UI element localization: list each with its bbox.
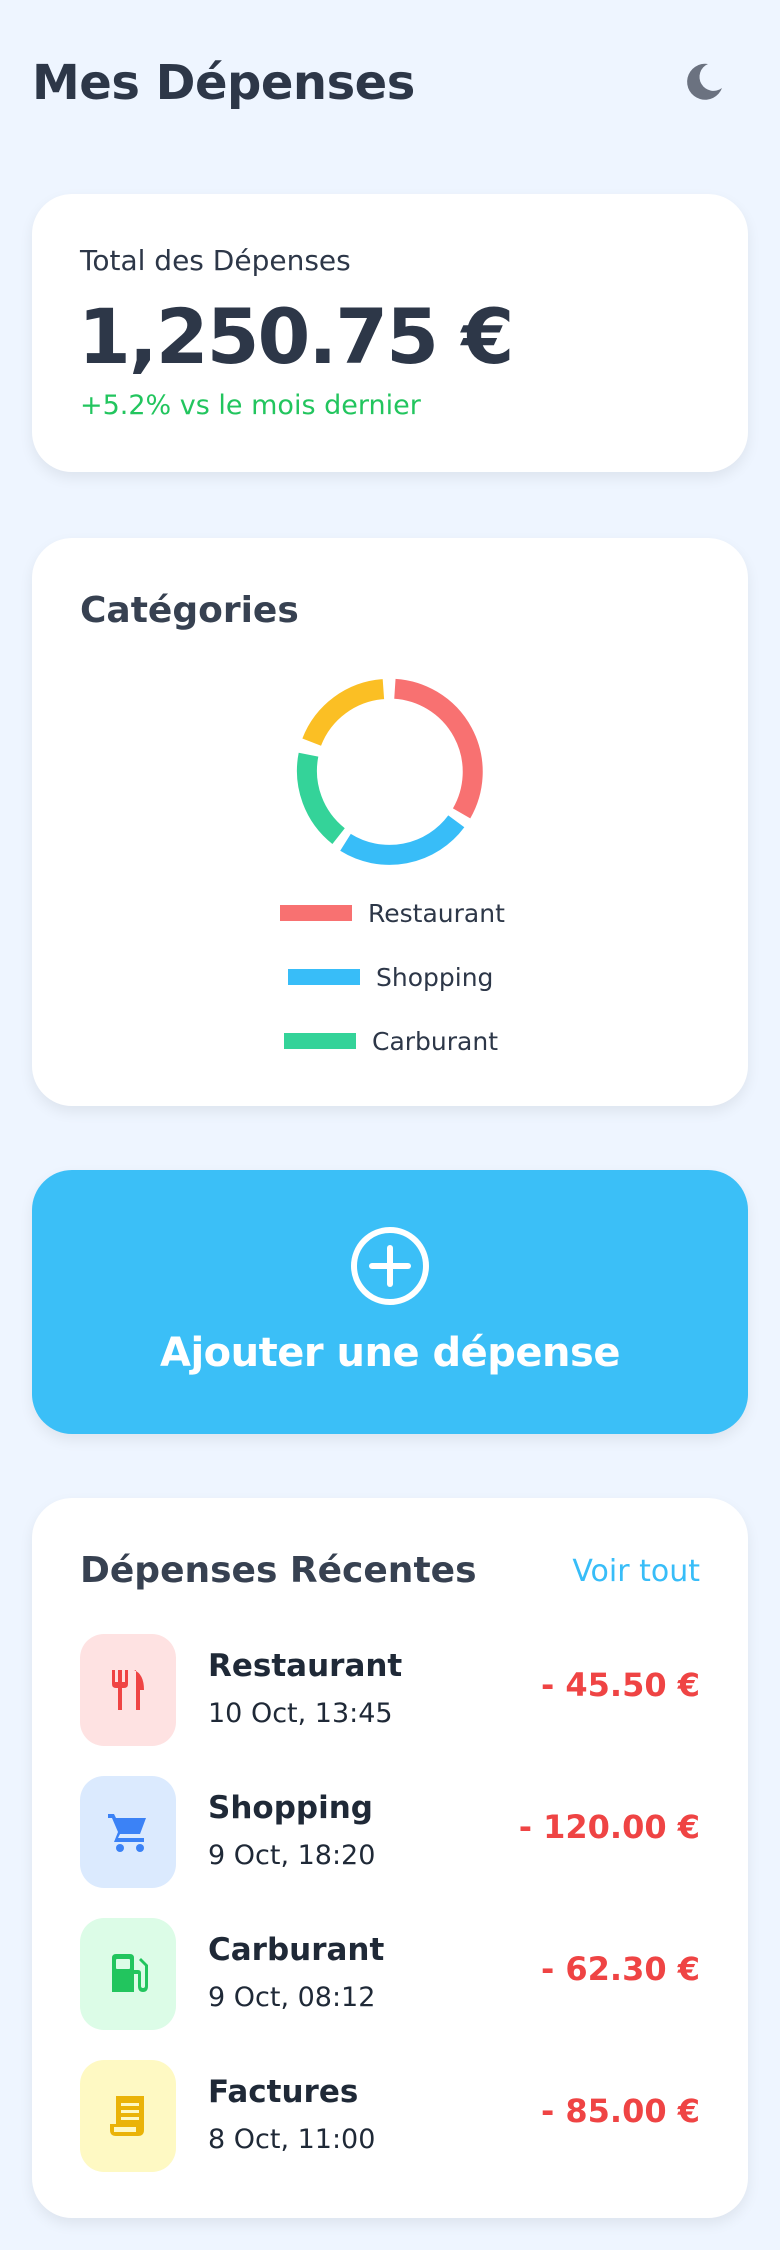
legend-swatch-restaurant	[280, 905, 352, 921]
transaction-row-factures[interactable]: Factures 8 Oct, 11:00 - 85.00 €	[80, 2060, 700, 2172]
recent-expenses-card: Dépenses Récentes Voir tout Restaurant 1…	[32, 1498, 748, 2218]
transaction-date: 9 Oct, 08:12	[208, 1982, 376, 2013]
transaction-icon-bg	[80, 1776, 176, 1888]
transaction-date: 10 Oct, 13:45	[208, 1698, 393, 1729]
donut-segment-factures	[302, 679, 385, 747]
transaction-icon-bg	[80, 1634, 176, 1746]
receipt-icon	[110, 2096, 144, 2136]
transaction-name: Factures	[208, 2074, 359, 2110]
transaction-amount: - 45.50 €	[540, 1666, 700, 1704]
legend-label: Shopping	[376, 962, 494, 992]
plus-circle-icon	[351, 1227, 429, 1305]
transaction-icon-bg	[80, 1918, 176, 2030]
fork-knife-icon	[112, 1670, 144, 1710]
recent-expenses-title: Dépenses Récentes	[80, 1550, 477, 1591]
fuel-pump-icon	[112, 1954, 148, 1992]
total-label: Total des Dépenses	[80, 244, 351, 277]
add-expense-label: Ajouter une dépense	[160, 1330, 620, 1376]
transaction-row-restaurant[interactable]: Restaurant 10 Oct, 13:45 - 45.50 €	[80, 1634, 700, 1746]
transaction-date: 8 Oct, 11:00	[208, 2124, 376, 2155]
donut-segment-restaurant	[393, 678, 483, 819]
categories-card: Catégories Restaurant Shopping Carburant	[32, 538, 748, 1106]
see-all-link[interactable]: Voir tout	[572, 1554, 700, 1589]
transaction-icon-bg	[80, 2060, 176, 2172]
shopping-cart-icon	[108, 1814, 146, 1852]
legend-swatch-shopping	[288, 969, 360, 985]
legend-label: Restaurant	[368, 898, 505, 928]
transaction-name: Carburant	[208, 1932, 385, 1968]
total-trend: +5.2% vs le mois dernier	[80, 390, 421, 421]
page-title: Mes Dépenses	[32, 55, 415, 111]
moon-icon	[687, 63, 722, 100]
transaction-name: Shopping	[208, 1790, 373, 1826]
legend-item-carburant: Carburant	[284, 1026, 498, 1056]
transaction-amount: - 85.00 €	[540, 2092, 700, 2130]
theme-toggle-button[interactable]	[678, 56, 728, 106]
legend-swatch-carburant	[284, 1033, 356, 1049]
donut-segment-shopping	[340, 815, 465, 865]
transaction-row-shopping[interactable]: Shopping 9 Oct, 18:20 - 120.00 €	[80, 1776, 700, 1888]
categories-title: Catégories	[80, 590, 299, 631]
transaction-amount: - 120.00 €	[518, 1808, 700, 1846]
total-expenses-card: Total des Dépenses 1,250.75 € +5.2% vs l…	[32, 194, 748, 472]
transaction-date: 9 Oct, 18:20	[208, 1840, 376, 1871]
legend-item-restaurant: Restaurant	[280, 898, 505, 928]
total-amount: 1,250.75 €	[78, 292, 514, 381]
categories-donut-chart	[296, 678, 483, 865]
transaction-amount: - 62.30 €	[540, 1950, 700, 1988]
app-header: Mes Dépenses	[32, 48, 748, 118]
donut-segment-carburant	[296, 752, 346, 844]
transaction-name: Restaurant	[208, 1648, 403, 1684]
transaction-row-carburant[interactable]: Carburant 9 Oct, 08:12 - 62.30 €	[80, 1918, 700, 2030]
legend-item-shopping: Shopping	[288, 962, 493, 992]
legend-label: Carburant	[372, 1026, 499, 1056]
add-expense-button[interactable]: Ajouter une dépense	[32, 1170, 748, 1434]
